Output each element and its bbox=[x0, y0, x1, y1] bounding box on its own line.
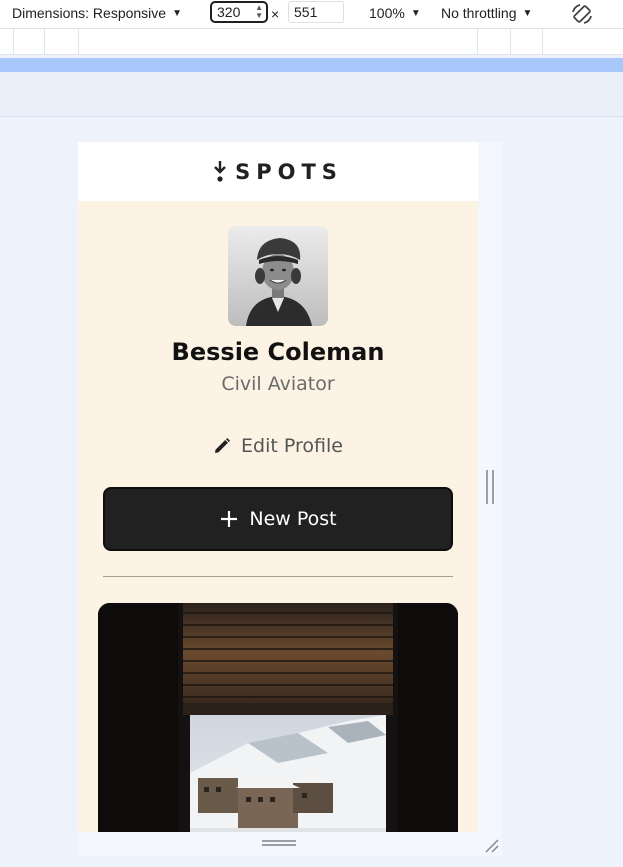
resize-corner-icon[interactable] bbox=[482, 836, 500, 854]
device-toolbar: Dimensions: Responsive ▼ 320 ▲ ▼ × 551 10… bbox=[0, 0, 623, 28]
plus-icon bbox=[221, 511, 238, 527]
brand-name: SPOTS bbox=[235, 159, 343, 184]
avatar bbox=[228, 226, 328, 326]
emulated-viewport: SPOTS Bessie Coleman Civil Aviator Edit … bbox=[78, 142, 478, 832]
height-input[interactable]: 551 bbox=[288, 1, 344, 23]
post-card-image[interactable] bbox=[98, 603, 458, 832]
dimensions-label: Dimensions: Responsive bbox=[12, 5, 167, 21]
divider bbox=[103, 576, 453, 577]
new-post-button[interactable]: New Post bbox=[103, 487, 453, 551]
spinner-icon[interactable]: ▲ ▼ bbox=[255, 4, 263, 20]
edit-profile-label: Edit Profile bbox=[241, 435, 343, 457]
edit-profile-button[interactable]: Edit Profile bbox=[78, 435, 478, 457]
width-input[interactable]: 320 ▲ ▼ bbox=[210, 1, 268, 23]
throttling-dropdown[interactable]: No throttling ▼ bbox=[441, 5, 532, 21]
rotate-icon[interactable] bbox=[570, 2, 594, 26]
height-value: 551 bbox=[294, 4, 318, 20]
logo[interactable]: SPOTS bbox=[213, 160, 343, 184]
dimensions-dropdown[interactable]: Dimensions: Responsive ▼ bbox=[12, 5, 182, 21]
chevron-down-icon: ▼ bbox=[172, 7, 182, 19]
post-photo bbox=[98, 603, 458, 832]
zoom-label: 100% bbox=[369, 5, 405, 21]
profile-role: Civil Aviator bbox=[221, 373, 335, 395]
chevron-down-icon: ▼ bbox=[410, 7, 421, 19]
width-value: 320 bbox=[217, 4, 241, 20]
media-query-band bbox=[0, 72, 623, 117]
width-resize-handle[interactable] bbox=[486, 470, 494, 504]
throttling-label: No throttling bbox=[441, 5, 517, 21]
logo-mark-icon bbox=[214, 160, 226, 182]
chevron-down-icon: ▼ bbox=[522, 7, 533, 19]
height-resize-handle[interactable] bbox=[262, 840, 296, 846]
profile-name: Bessie Coleman bbox=[171, 338, 385, 366]
media-query-ruler bbox=[0, 28, 623, 55]
avatar-photo bbox=[228, 226, 328, 326]
site-header: SPOTS bbox=[78, 142, 478, 201]
new-post-label: New Post bbox=[249, 508, 337, 530]
pencil-icon bbox=[215, 438, 231, 453]
zoom-dropdown[interactable]: 100% ▼ bbox=[369, 5, 421, 21]
media-query-bar[interactable] bbox=[0, 58, 623, 72]
times-symbol: × bbox=[271, 6, 280, 22]
